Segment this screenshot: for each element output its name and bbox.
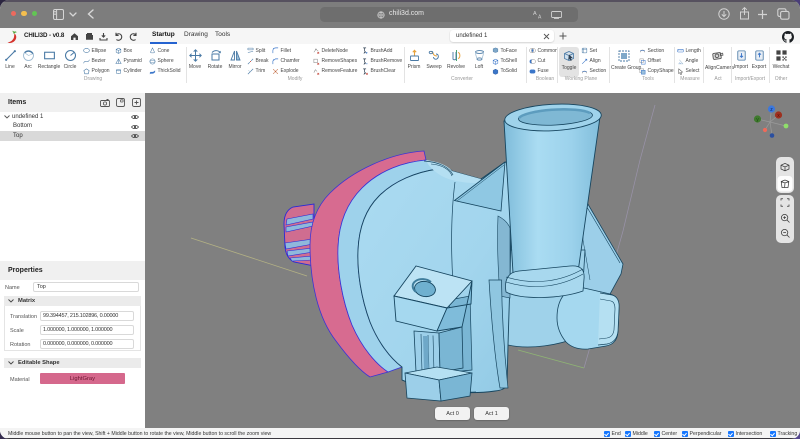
svg-text:ᴬ: ᴬ (533, 10, 537, 19)
svg-text:A: A (538, 15, 542, 20)
